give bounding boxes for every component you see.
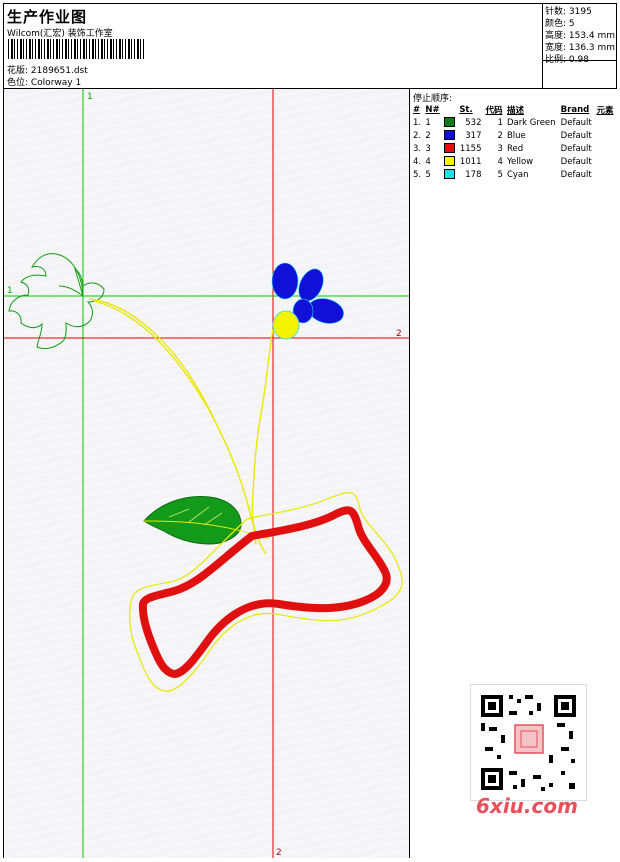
row-brand: Default [560, 117, 592, 128]
col-stitches: St. [459, 104, 473, 115]
qr-pattern [481, 695, 576, 791]
table-row: 1. 1 532 1 Dark Green Default [411, 116, 616, 129]
row-swatch [442, 168, 457, 181]
design-height: 高度: 153.4 mm [545, 31, 616, 41]
row-code: 5 [497, 169, 503, 180]
row-code: 4 [497, 156, 503, 167]
col-element: 元素 [596, 105, 614, 116]
col-code: 代码 [485, 105, 503, 116]
row-index: 2. [413, 130, 422, 141]
row-code: 3 [497, 143, 503, 154]
row-swatch [442, 142, 457, 155]
company-name: Wilcom(汇宏) 装饰工作室 [7, 29, 113, 39]
row-stitches: 1155 [459, 143, 482, 154]
color-count: 颜色: 5 [545, 19, 575, 29]
row-index: 1. [413, 117, 422, 128]
col-index: # [413, 104, 421, 115]
row-index: 4. [413, 156, 422, 167]
col-number: N# [425, 104, 440, 115]
row-stitches: 532 [465, 117, 482, 128]
row-description: Dark Green [506, 117, 556, 128]
qr-code [470, 684, 587, 801]
col-swatch [442, 103, 457, 116]
design-width: 宽度: 136.3 mm [545, 43, 616, 53]
barcode [8, 39, 144, 59]
row-element [594, 129, 616, 142]
row-code: 2 [497, 130, 503, 141]
row-description: Blue [506, 130, 526, 141]
row-code: 1 [497, 117, 503, 128]
table-header-row: # N# St. 代码 描述 Brand 元素 [411, 103, 616, 116]
row-stitches: 317 [465, 130, 482, 141]
row-brand: Default [560, 143, 592, 154]
col-description: 描述 [506, 105, 524, 116]
color-swatch [444, 156, 455, 167]
color-swatch [444, 143, 455, 154]
row-brand: Default [560, 156, 592, 167]
row-brand: Default [560, 130, 592, 141]
row-swatch [442, 116, 457, 129]
design-canvas[interactable]: 1 1 2 2 [4, 89, 409, 858]
design-stats: 针数: 3195 颜色: 5 高度: 153.4 mm 宽度: 136.3 mm… [542, 4, 617, 88]
color-swatch [444, 117, 455, 128]
row-swatch [442, 155, 457, 168]
stitch-count: 针数: 3195 [545, 7, 592, 17]
row-number: 5 [425, 169, 431, 180]
table-row: 3. 3 1155 3 Red Default [411, 142, 616, 155]
row-element [594, 155, 616, 168]
row-element [594, 168, 616, 181]
guide-label-h2: 2 [396, 329, 402, 339]
row-index: 5. [413, 169, 422, 180]
row-number: 2 [425, 130, 431, 141]
table-row: 4. 4 1011 4 Yellow Default [411, 155, 616, 168]
watermark-text: 6xiu.com [476, 794, 578, 818]
guide-label-v2: 2 [276, 848, 282, 858]
design-preview: 1 1 2 2 [4, 89, 409, 858]
row-number: 4 [425, 156, 431, 167]
color-swatch [444, 169, 455, 180]
colorway-label: 色位: Colorway 1 [7, 78, 82, 88]
blue-flower-motif [271, 262, 344, 340]
col-brand: Brand [560, 104, 590, 115]
stop-sequence-table: # N# St. 代码 描述 Brand 元素 1. 1 532 1 Dark Gree… [411, 103, 616, 181]
row-description: Cyan [506, 169, 529, 180]
row-element [594, 116, 616, 129]
row-element [594, 142, 616, 155]
worksheet-frame: 生产作业图 Wilcom(汇宏) 装饰工作室 花版: 2189651.dst 色… [3, 3, 617, 858]
row-description: Yellow [506, 156, 534, 167]
table-row: 5. 5 178 5 Cyan Default [411, 168, 616, 181]
row-brand: Default [560, 169, 592, 180]
row-stitches: 178 [465, 169, 482, 180]
row-number: 3 [425, 143, 431, 154]
guide-label-v1: 1 [87, 92, 93, 102]
guide-label-h1: 1 [7, 286, 13, 296]
row-stitches: 1011 [459, 156, 482, 167]
color-swatch [444, 130, 455, 141]
green-swirl-motif [8, 253, 105, 350]
row-index: 3. [413, 143, 422, 154]
row-swatch [442, 129, 457, 142]
row-number: 1 [425, 117, 431, 128]
worksheet-header: 生产作业图 Wilcom(汇宏) 装饰工作室 花版: 2189651.dst 色… [4, 4, 617, 89]
worksheet-title: 生产作业图 [7, 8, 88, 26]
stats-divider [543, 60, 617, 61]
row-description: Red [506, 143, 524, 154]
table-row: 2. 2 317 2 Blue Default [411, 129, 616, 142]
